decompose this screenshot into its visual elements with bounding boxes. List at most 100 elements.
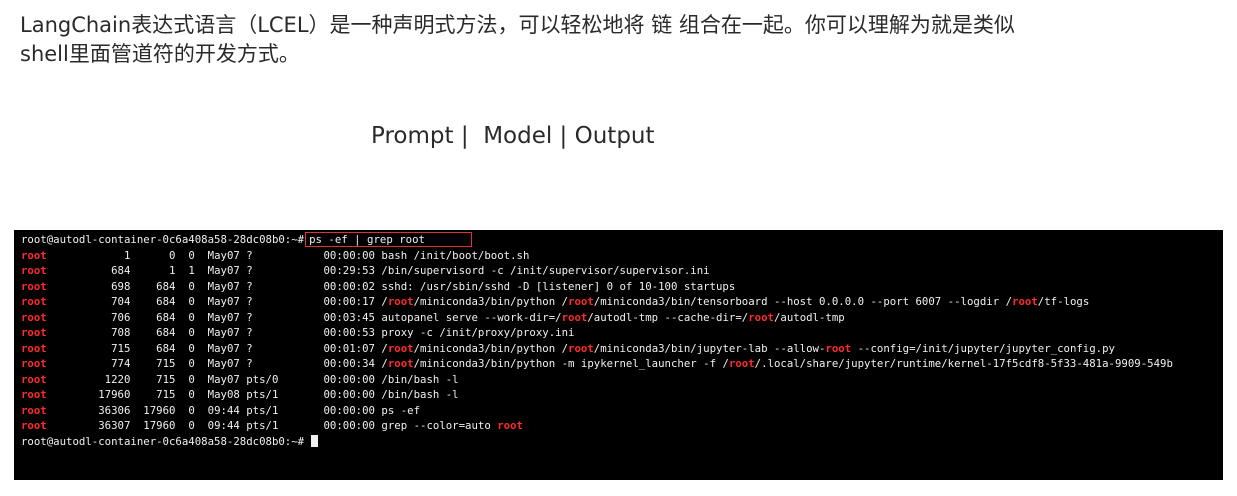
ps-pid: 708 xyxy=(72,326,131,339)
shell-prompt: root@autodl-container-0c6a408a58-28dc08b… xyxy=(21,233,305,246)
ps-time: 00:03:45 xyxy=(323,310,375,324)
ps-stime: May07 xyxy=(201,279,240,293)
ps-cpu: 0 xyxy=(175,326,195,339)
ps-command: grep --color=auto root xyxy=(381,419,523,432)
ps-output: root 1 0 0 May07 ? 00:00:00 bash /init/b… xyxy=(14,248,1223,434)
ps-cpu: 0 xyxy=(175,248,195,262)
ps-time: 00:01:07 xyxy=(323,341,375,355)
command-text: grep --color=auto xyxy=(381,419,498,432)
ps-time: 00:00:53 xyxy=(323,326,375,339)
ps-time: 00:00:00 xyxy=(323,419,375,432)
ps-stime: May07 xyxy=(201,310,240,324)
ps-user: root xyxy=(21,264,73,277)
ps-ppid: 715 xyxy=(130,388,176,401)
match-highlight: root xyxy=(387,357,414,370)
command-text: --config=/init/jupyter/jupyter_config.py xyxy=(851,341,1115,355)
ps-command: /root/miniconda3/bin/python -m ipykernel… xyxy=(381,357,1172,370)
ps-user: root xyxy=(21,341,73,355)
ps-command: bash /init/boot/boot.sh xyxy=(381,249,529,262)
ps-user: root xyxy=(21,403,73,417)
ps-time: 00:00:17 xyxy=(323,295,375,308)
ps-stime: 09:44 xyxy=(201,403,240,417)
command-text: proxy -c /init/proxy/proxy.ini xyxy=(381,326,575,339)
ps-output-row: root 706 684 0 May07 ? 00:03:45 autopane… xyxy=(14,310,1223,326)
ps-output-row: root 1 0 0 May07 ? 00:00:00 bash /init/b… xyxy=(14,248,1223,264)
ps-user: root xyxy=(21,419,73,432)
ps-time: 00:00:00 xyxy=(323,372,375,386)
ps-command: autopanel serve --work-dir=/root/autodl-… xyxy=(381,311,844,324)
ps-tty: pts/1 xyxy=(246,403,305,417)
terminal-command-line: root@autodl-container-0c6a408a58-28dc08b… xyxy=(14,232,1223,248)
command-text: /tf-logs xyxy=(1037,295,1090,308)
ps-stime: May07 xyxy=(201,341,240,355)
match-highlight: root xyxy=(568,295,594,308)
ps-pid: 1220 xyxy=(72,372,131,386)
match-highlight: root xyxy=(387,295,414,308)
terminal-window[interactable]: root@autodl-container-0c6a408a58-28dc08b… xyxy=(14,230,1223,480)
ps-cpu: 0 xyxy=(175,341,195,355)
ps-cpu: 0 xyxy=(175,357,195,370)
ps-pid: 36307 xyxy=(72,419,131,432)
command-text: /autodl-tmp xyxy=(773,310,845,324)
terminal-prompt-line[interactable]: root@autodl-container-0c6a408a58-28dc08b… xyxy=(14,434,1223,450)
command-text: /bin/bash -l xyxy=(381,388,459,401)
ps-output-row: root 698 684 0 May07 ? 00:00:02 sshd: /u… xyxy=(14,279,1223,295)
ps-pid: 36306 xyxy=(72,403,131,417)
ps-cpu: 0 xyxy=(175,310,195,324)
ps-stime: May07 xyxy=(201,295,240,308)
ps-cpu: 0 xyxy=(175,388,195,401)
command-text: bash /init/boot/boot.sh xyxy=(381,248,530,262)
ps-ppid: 0 xyxy=(130,248,176,262)
ps-tty: ? xyxy=(246,295,305,308)
ps-cpu: 0 xyxy=(175,419,195,432)
ps-ppid: 17960 xyxy=(130,403,176,417)
ps-tty: ? xyxy=(246,248,305,262)
ps-time: 00:00:00 xyxy=(323,248,375,262)
ps-user: root xyxy=(21,279,73,293)
ps-command: sshd: /usr/sbin/sshd -D [listener] 0 of … xyxy=(381,280,735,293)
ps-command: /root/miniconda3/bin/python /root/minico… xyxy=(381,295,1089,308)
ps-ppid: 1 xyxy=(130,264,176,277)
match-highlight: root xyxy=(728,357,755,370)
ps-time: 00:00:34 xyxy=(323,357,375,370)
ps-tty: pts/1 xyxy=(246,419,305,432)
match-highlight: root xyxy=(825,341,852,355)
ps-output-row: root 1220 715 0 May07 pts/0 00:00:00 /bi… xyxy=(14,372,1223,388)
command-text: /miniconda3/bin/python / xyxy=(413,295,569,308)
ps-user: root xyxy=(21,295,73,308)
match-highlight: root xyxy=(387,341,414,355)
ps-user: root xyxy=(21,310,73,324)
command-text: /miniconda3/bin/python / xyxy=(413,341,569,355)
ps-stime: May07 xyxy=(201,326,240,339)
ps-user: root xyxy=(21,388,73,401)
ps-output-row: root 17960 715 0 May08 pts/1 00:00:00 /b… xyxy=(14,387,1223,403)
ps-output-row: root 704 684 0 May07 ? 00:00:17 /root/mi… xyxy=(14,294,1223,310)
ps-time: 00:00:00 xyxy=(323,388,375,401)
ps-pid: 706 xyxy=(72,310,131,324)
command-text: /bin/bash -l xyxy=(381,372,459,386)
ps-output-row: root 715 684 0 May07 ? 00:01:07 /root/mi… xyxy=(14,341,1223,357)
ps-cpu: 0 xyxy=(175,403,195,417)
ps-tty: ? xyxy=(246,310,305,324)
ps-pid: 17960 xyxy=(72,388,131,401)
ps-cpu: 0 xyxy=(175,372,195,386)
ps-ppid: 715 xyxy=(130,357,176,370)
command-text: /miniconda3/bin/python -m ipykernel_laun… xyxy=(413,357,729,370)
command-text: /bin/supervisord -c /init/supervisor/sup… xyxy=(381,264,710,277)
match-highlight: root xyxy=(1012,295,1038,308)
ps-pid: 698 xyxy=(72,279,131,293)
ps-tty: pts/0 xyxy=(246,372,305,386)
command-text: /.local/share/jupyter/runtime/kernel-17f… xyxy=(754,357,1173,370)
ps-user: root xyxy=(21,357,73,370)
command-text: autopanel serve --work-dir=/ xyxy=(381,310,562,324)
ps-stime: May07 xyxy=(201,372,240,386)
ps-command: /bin/bash -l xyxy=(381,373,458,386)
ps-tty: pts/1 xyxy=(246,388,305,401)
ps-user: root xyxy=(21,326,73,339)
ps-time: 00:00:00 xyxy=(323,403,375,417)
terminal-cursor xyxy=(310,434,318,447)
ps-stime: May07 xyxy=(201,248,240,262)
match-highlight: root xyxy=(561,310,588,324)
ps-command: ps -ef xyxy=(381,404,420,417)
ps-stime: May07 xyxy=(201,357,240,370)
